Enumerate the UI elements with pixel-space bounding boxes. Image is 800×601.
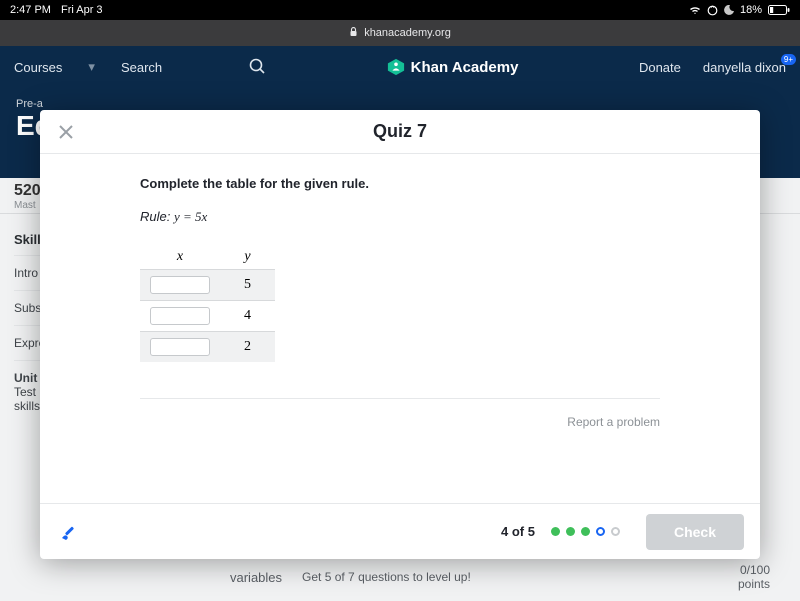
rule-label: Rule: <box>140 209 170 224</box>
table-row: 4 <box>140 300 275 331</box>
col-header-x: x <box>140 245 220 269</box>
lock-icon <box>349 27 358 40</box>
progress-text: 4 of 5 <box>501 524 535 539</box>
progress-dot-correct <box>566 527 575 536</box>
modal-body: Complete the table for the given rule. R… <box>40 154 760 503</box>
rule-math: y = 5x <box>174 209 207 224</box>
y-value-2: 4 <box>220 302 275 330</box>
progress-dot-correct <box>581 527 590 536</box>
check-button[interactable]: Check <box>646 514 744 550</box>
modal-title: Quiz 7 <box>373 121 427 142</box>
battery-icon <box>768 5 790 15</box>
x-input-1[interactable] <box>150 276 210 294</box>
battery-percent: 18% <box>740 4 762 16</box>
browser-address-bar[interactable]: khanacademy.org <box>0 20 800 46</box>
x-input-2[interactable] <box>150 307 210 325</box>
ipad-status-bar: 2:47 PM Fri Apr 3 18% <box>0 0 800 20</box>
progress-dots <box>551 527 620 536</box>
divider <box>140 398 660 399</box>
modal-header: Quiz 7 <box>40 110 760 154</box>
modal-footer: 4 of 5 Check <box>40 503 760 559</box>
x-input-3[interactable] <box>150 338 210 356</box>
question-prompt: Complete the table for the given rule. <box>140 176 660 191</box>
scratchpad-button[interactable] <box>56 518 84 546</box>
status-time: 2:47 PM <box>10 4 51 16</box>
wifi-icon <box>689 5 701 15</box>
y-value-1: 5 <box>220 271 275 299</box>
progress-dot-upcoming <box>611 527 620 536</box>
close-icon <box>58 124 74 140</box>
status-date: Fri Apr 3 <box>61 4 103 16</box>
progress-dot-current <box>596 527 605 536</box>
y-value-3: 2 <box>220 333 275 361</box>
orientation-lock-icon <box>707 5 718 16</box>
col-header-y: y <box>220 245 275 269</box>
progress-dot-correct <box>551 527 560 536</box>
table-row: 5 <box>140 269 275 300</box>
xy-table: x y 5 4 2 <box>140 245 275 362</box>
rule-text: Rule: y = 5x <box>140 209 660 225</box>
do-not-disturb-icon <box>724 5 734 15</box>
table-row: 2 <box>140 331 275 362</box>
report-problem-link[interactable]: Report a problem <box>140 415 660 429</box>
quiz-modal: Quiz 7 Complete the table for the given … <box>40 110 760 559</box>
browser-url: khanacademy.org <box>364 27 451 39</box>
close-button[interactable] <box>54 120 78 144</box>
pencil-icon <box>59 521 81 543</box>
